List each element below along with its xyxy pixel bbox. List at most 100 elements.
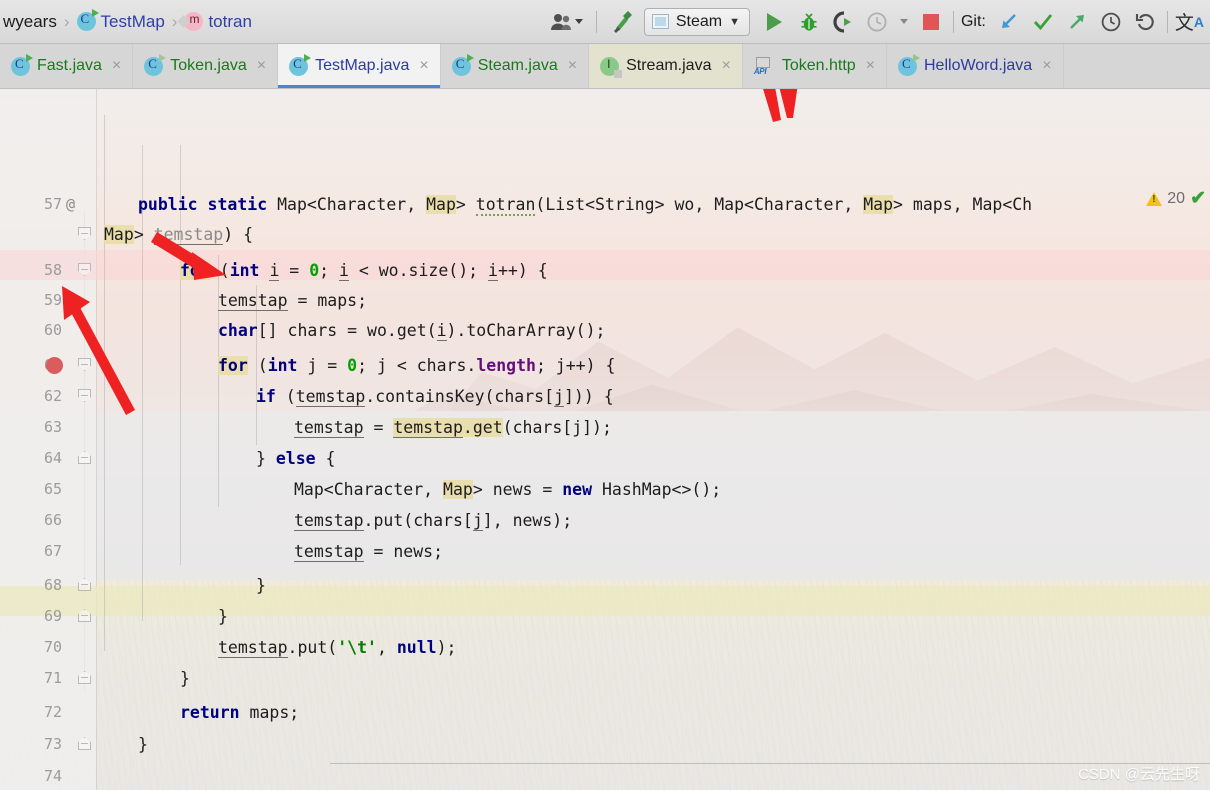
stop-icon <box>923 14 939 30</box>
code-line-67[interactable]: 67 temstap = news; <box>0 536 1210 566</box>
tab-close-icon[interactable]: × <box>112 57 121 75</box>
java-class-icon <box>452 57 471 76</box>
chevron-down-icon <box>900 19 908 24</box>
tab-close-icon[interactable]: × <box>721 57 730 75</box>
code-line-61[interactable]: 61 for (int j = 0; j < chars.length; j++… <box>0 350 1210 380</box>
line-number: 66 <box>0 511 62 529</box>
code-text-68: } <box>256 576 266 595</box>
main-toolbar: wyears › TestMap › totran <box>0 0 1210 44</box>
code-line-74[interactable]: 74 <box>0 761 1210 790</box>
code-line-64[interactable]: 64 } else { <box>0 443 1210 473</box>
fold-marker[interactable] <box>78 358 91 371</box>
java-class-icon <box>11 57 30 76</box>
arrow-down-left-icon <box>998 11 1020 33</box>
profiler-dropdown[interactable] <box>896 7 912 37</box>
code-line-70[interactable]: 70 temstap.put('\t', null); <box>0 632 1210 662</box>
line-number: 63 <box>0 418 62 436</box>
breadcrumb-item-method[interactable]: totran <box>181 12 254 32</box>
tab-close-icon[interactable]: × <box>866 57 875 75</box>
code-text-62: if (temstap.containsKey(chars[j])) { <box>256 387 614 406</box>
code-text-63: temstap = temstap.get(chars[j]); <box>294 418 612 437</box>
people-icon <box>550 13 572 31</box>
code-line-73[interactable]: 73 } <box>0 729 1210 759</box>
editor-tab-steam-java[interactable]: Steam.java × <box>441 44 589 88</box>
code-line-63[interactable]: 63 temstap = temstap.get(chars[j]); <box>0 412 1210 442</box>
code-line-59[interactable]: 59 temstap = maps; <box>0 285 1210 315</box>
people-button[interactable] <box>548 7 585 37</box>
inspection-status-widget[interactable]: 20 ✔ <box>1146 187 1206 210</box>
breadcrumb-item-class[interactable]: TestMap <box>74 12 168 32</box>
tab-close-icon[interactable]: × <box>419 57 428 75</box>
run-with-coverage-button[interactable] <box>828 7 858 37</box>
code-line-57[interactable]: 57 @ public static Map<Character, Map> t… <box>0 189 1210 219</box>
fold-marker[interactable] <box>78 578 91 591</box>
java-interface-icon <box>600 57 619 76</box>
code-line-69[interactable]: 69 } <box>0 601 1210 631</box>
run-config-icon <box>652 14 669 29</box>
git-rollback-button[interactable] <box>1130 7 1160 37</box>
code-line-65[interactable]: 65 Map<Character, Map> news = new HashMa… <box>0 474 1210 504</box>
line-number: 57 <box>0 195 62 213</box>
run-button[interactable] <box>760 7 790 37</box>
run-config-label: Steam <box>676 13 722 31</box>
line-number: 71 <box>0 669 62 687</box>
translate-icon: 文 <box>1175 8 1194 35</box>
code-line-62[interactable]: 62 if (temstap.containsKey(chars[j])) { <box>0 381 1210 411</box>
breakpoint-marker[interactable] <box>46 357 63 374</box>
code-editor[interactable]: 57 @ public static Map<Character, Map> t… <box>0 89 1210 790</box>
code-text-71: } <box>180 669 190 688</box>
ide-window: wyears › TestMap › totran <box>0 0 1210 790</box>
tab-close-icon[interactable]: × <box>568 57 577 75</box>
run-configuration-selector[interactable]: Steam ▼ <box>644 8 750 36</box>
tab-label: Stream.java <box>626 57 711 75</box>
git-commit-button[interactable] <box>1028 7 1058 37</box>
toolbar-divider <box>596 11 597 33</box>
undo-icon <box>1134 11 1156 33</box>
fold-marker[interactable] <box>78 263 91 276</box>
code-text-66: temstap.put(chars[j], news); <box>294 511 572 530</box>
editor-tab-token-http[interactable]: API Token.http × <box>743 44 887 88</box>
profiler-button[interactable] <box>862 7 892 37</box>
editor-tab-testmap-java[interactable]: TestMap.java × <box>278 44 441 88</box>
editor-tab-stream-java[interactable]: Stream.java × <box>589 44 743 88</box>
code-text-65: Map<Character, Map> news = new HashMap<>… <box>294 480 721 499</box>
line-number: 73 <box>0 735 62 753</box>
code-line-58[interactable]: 58 for (int i = 0; i < wo.size(); i++) { <box>0 255 1210 285</box>
fold-marker[interactable] <box>78 451 91 464</box>
watermark: CSDN @云先生呀 <box>1078 763 1200 784</box>
git-update-button[interactable] <box>994 7 1024 37</box>
code-line-66[interactable]: 66 temstap.put(chars[j], news); <box>0 505 1210 535</box>
code-line-72[interactable]: 72 return maps; <box>0 697 1210 727</box>
tab-close-icon[interactable]: × <box>257 57 266 75</box>
check-icon <box>1032 11 1054 33</box>
line-number: 70 <box>0 638 62 656</box>
coverage-icon <box>831 10 855 34</box>
code-line-57-wrap[interactable]: Map> temstap) { <box>0 219 1210 249</box>
fold-marker[interactable] <box>78 609 91 622</box>
translate-button[interactable]: 文A <box>1175 7 1204 37</box>
code-text-59: temstap = maps; <box>218 291 367 310</box>
line-number: 59 <box>0 291 62 309</box>
stop-button[interactable] <box>916 7 946 37</box>
fold-marker[interactable] <box>78 389 91 402</box>
debug-button[interactable] <box>794 7 824 37</box>
code-text-73: } <box>138 735 148 754</box>
git-push-button[interactable] <box>1062 7 1092 37</box>
build-hammer-icon <box>610 9 636 35</box>
code-text-60: char[] chars = wo.get(i).toCharArray(); <box>218 321 605 340</box>
tab-label: Fast.java <box>37 57 102 75</box>
breadcrumb-label-class: TestMap <box>101 12 165 32</box>
editor-tab-token-java[interactable]: Token.java × <box>133 44 278 88</box>
editor-tab-helloword-java[interactable]: HelloWord.java × <box>887 44 1064 88</box>
fold-marker[interactable] <box>78 227 91 240</box>
code-line-71[interactable]: 71 } <box>0 663 1210 693</box>
build-hammer-button[interactable] <box>608 7 638 37</box>
code-line-60[interactable]: 60 char[] chars = wo.get(i).toCharArray(… <box>0 315 1210 345</box>
fold-marker[interactable] <box>78 737 91 750</box>
code-line-68[interactable]: 68 } <box>0 570 1210 600</box>
editor-tab-fast-java[interactable]: Fast.java × <box>0 44 133 88</box>
breadcrumb-item-project[interactable]: wyears <box>0 12 60 32</box>
git-history-button[interactable] <box>1096 7 1126 37</box>
fold-marker[interactable] <box>78 671 91 684</box>
tab-close-icon[interactable]: × <box>1042 57 1051 75</box>
